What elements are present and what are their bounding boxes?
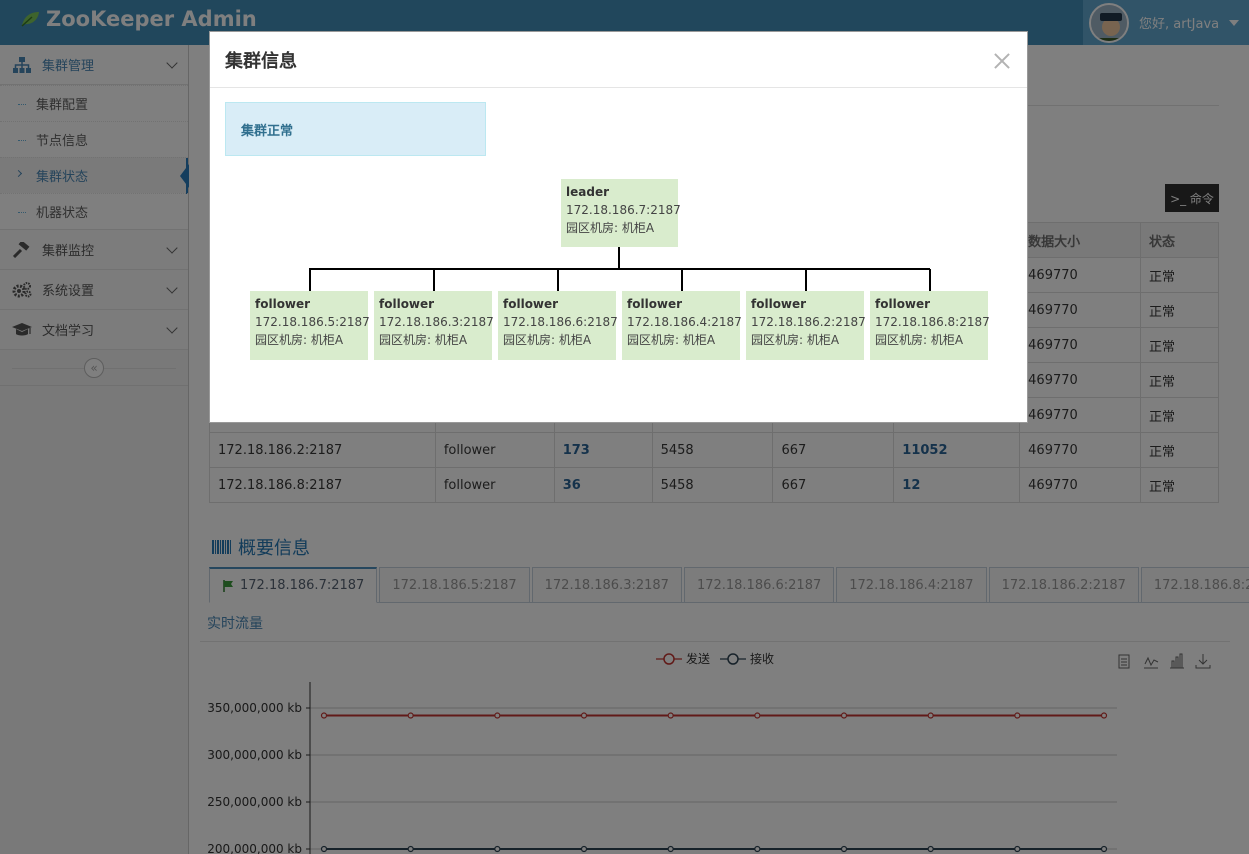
follower-node[interactable]: follower 172.18.186.4:2187 园区机房: 机柜A — [622, 291, 742, 360]
cluster-info-modal: 集群信息 集群正常 leader 172.18.186.7:2187 园区机房:… — [209, 31, 1028, 423]
cluster-status-alert: 集群正常 — [225, 102, 486, 156]
node-location: 园区机房: 机柜A — [627, 333, 716, 347]
node-addr: 172.18.186.3:2187 — [379, 315, 494, 329]
node-location: 园区机房: 机柜A — [503, 333, 592, 347]
tree-connector — [557, 269, 559, 291]
modal-header: 集群信息 — [210, 32, 1027, 88]
node-location: 园区机房: 机柜A — [751, 333, 840, 347]
node-location: 园区机房: 机柜A — [255, 333, 344, 347]
follower-node[interactable]: follower 172.18.186.5:2187 园区机房: 机柜A — [250, 291, 370, 360]
node-addr: 172.18.186.7:2187 — [566, 203, 681, 217]
node-role: follower — [751, 297, 807, 311]
tree-connector — [805, 269, 807, 291]
node-addr: 172.18.186.4:2187 — [627, 315, 742, 329]
node-addr: 172.18.186.5:2187 — [255, 315, 370, 329]
tree-connector — [433, 269, 435, 291]
tree-connector — [681, 269, 683, 291]
close-icon[interactable] — [993, 52, 1011, 70]
node-role: follower — [379, 297, 435, 311]
node-addr: 172.18.186.8:2187 — [875, 315, 990, 329]
tree-connector — [309, 268, 930, 270]
node-role: follower — [627, 297, 683, 311]
node-location: 园区机房: 机柜A — [566, 221, 655, 235]
modal-title: 集群信息 — [225, 50, 297, 72]
node-addr: 172.18.186.6:2187 — [503, 315, 618, 329]
follower-node[interactable]: follower 172.18.186.6:2187 园区机房: 机柜A — [498, 291, 618, 360]
tree-connector — [309, 269, 311, 291]
node-addr: 172.18.186.2:2187 — [751, 315, 866, 329]
node-role: follower — [503, 297, 559, 311]
node-location: 园区机房: 机柜A — [379, 333, 468, 347]
follower-node[interactable]: follower 172.18.186.3:2187 园区机房: 机柜A — [374, 291, 494, 360]
tree-connector — [618, 247, 620, 269]
follower-node[interactable]: follower 172.18.186.2:2187 园区机房: 机柜A — [746, 291, 866, 360]
node-role: follower — [875, 297, 931, 311]
node-role: follower — [255, 297, 311, 311]
node-role: leader — [566, 185, 609, 199]
node-location: 园区机房: 机柜A — [875, 333, 964, 347]
follower-node[interactable]: follower 172.18.186.8:2187 园区机房: 机柜A — [870, 291, 990, 360]
tree-connector — [929, 269, 931, 291]
leader-node[interactable]: leader 172.18.186.7:2187 园区机房: 机柜A — [561, 179, 681, 247]
